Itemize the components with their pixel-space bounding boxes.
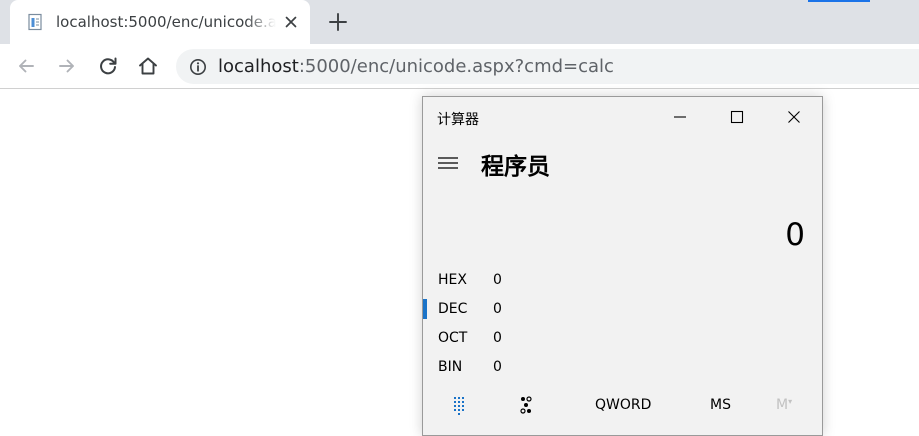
full-keypad-icon[interactable] xyxy=(450,395,470,415)
radix-row-bin[interactable]: BIN 0 xyxy=(423,355,603,381)
chevron-down-icon: ▾ xyxy=(788,397,793,406)
selection-indicator xyxy=(423,299,427,319)
page-icon xyxy=(28,13,42,31)
memory-store-button[interactable]: MS xyxy=(710,397,731,413)
url-path: :5000/enc/unicode.aspx?cmd=calc xyxy=(298,56,614,77)
arrow-right-icon[interactable] xyxy=(55,54,79,78)
radix-label: HEX xyxy=(438,272,467,288)
reload-icon[interactable] xyxy=(96,54,120,78)
radix-value: 0 xyxy=(493,330,502,346)
tab-title: localhost:5000/enc/unicode.aspx?cmd=calc xyxy=(56,13,276,31)
browser-toolbar: localhost:5000/enc/unicode.aspx?cmd=calc xyxy=(0,44,919,89)
url-host: localhost xyxy=(218,56,299,77)
home-icon[interactable] xyxy=(136,54,160,78)
plus-icon[interactable] xyxy=(327,11,349,33)
arrow-left-icon[interactable] xyxy=(14,54,38,78)
address-bar[interactable]: localhost:5000/enc/unicode.aspx?cmd=calc xyxy=(176,49,919,84)
hamburger-menu-icon[interactable] xyxy=(437,155,459,171)
radix-row-dec[interactable]: DEC 0 xyxy=(423,297,603,323)
bit-toggling-keypad-icon[interactable] xyxy=(517,395,537,415)
window-title: 计算器 xyxy=(437,112,479,128)
memory-dropdown-button[interactable]: M▾ xyxy=(776,397,792,413)
radix-value: 0 xyxy=(493,301,502,317)
mode-title: 程序员 xyxy=(481,154,550,180)
memory-dropdown-label: M xyxy=(776,397,789,413)
info-icon[interactable] xyxy=(189,58,207,76)
url-text[interactable]: localhost:5000/enc/unicode.aspx?cmd=calc xyxy=(218,56,614,78)
maximize-icon[interactable] xyxy=(727,107,747,127)
radix-value: 0 xyxy=(493,272,502,288)
minimize-icon[interactable] xyxy=(670,107,690,127)
close-icon[interactable] xyxy=(784,107,804,127)
radix-label: DEC xyxy=(438,301,468,317)
result-display: 0 xyxy=(785,217,805,253)
window-accent-bar xyxy=(808,0,870,2)
radix-row-hex[interactable]: HEX 0 xyxy=(423,268,603,294)
tab-strip: localhost:5000/enc/unicode.aspx?cmd=calc xyxy=(0,0,919,44)
radix-label: OCT xyxy=(438,330,468,346)
close-icon[interactable] xyxy=(282,13,300,31)
radix-row-oct[interactable]: OCT 0 xyxy=(423,326,603,352)
radix-label: BIN xyxy=(438,359,463,375)
browser-tab[interactable]: localhost:5000/enc/unicode.aspx?cmd=calc xyxy=(10,0,310,44)
calculator-window: 计算器 程序员 0 HEX 0 DEC 0 OCT 0 BIN 0 QWORD … xyxy=(422,96,823,436)
radix-value: 0 xyxy=(493,359,502,375)
word-size-button[interactable]: QWORD xyxy=(595,397,651,413)
